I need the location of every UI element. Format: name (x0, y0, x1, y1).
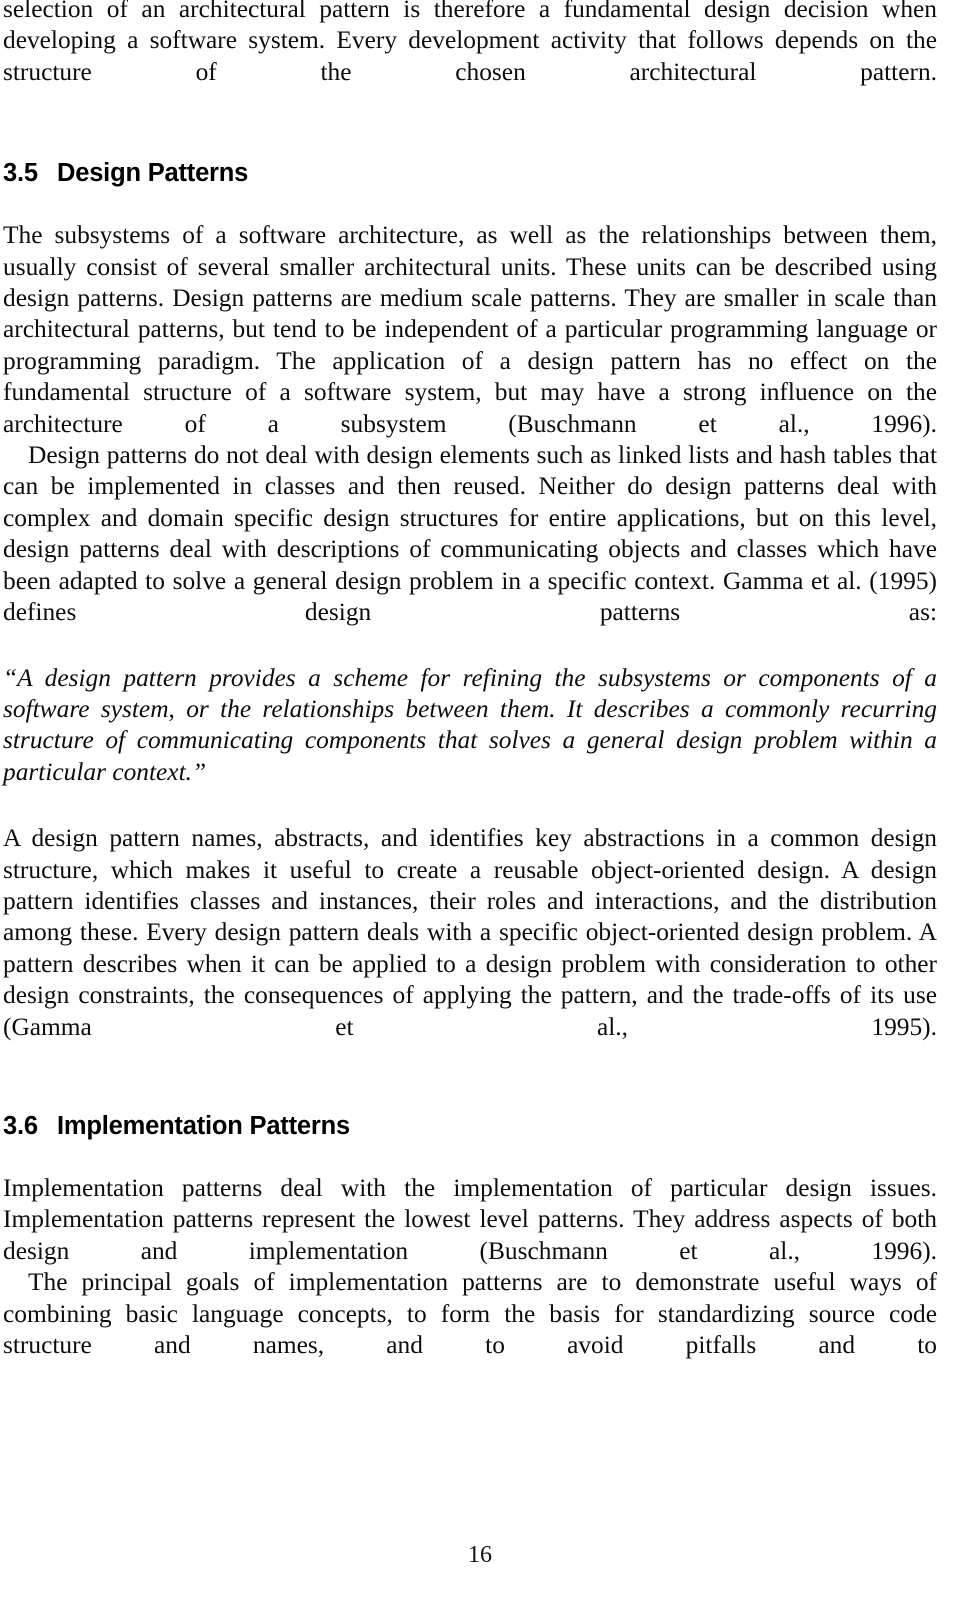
page-number: 16 (468, 1542, 492, 1568)
section-3-5-paragraph-3: A design pattern names, abstracts, and i… (3, 824, 937, 1041)
page-content: selection of an architectural pattern is… (3, 0, 937, 1361)
section-3-6-paragraph-1: Implementation patterns deal with the im… (3, 1173, 937, 1265)
section-heading-3-6: 3.6 Implementation Patterns (3, 1111, 937, 1141)
section-heading-3-5: 3.5 Design Patterns (3, 158, 937, 188)
spacer-after-blockquote (3, 788, 937, 823)
spacer-before-heading-3-6 (3, 1043, 937, 1111)
section-number-3-5: 3.5 (3, 159, 38, 188)
design-pattern-blockquote: “A design pattern provides a scheme for … (3, 663, 937, 786)
spacer-before-heading-3-5 (3, 88, 937, 158)
section-title-3-5: Design Patterns (57, 159, 249, 188)
document-page: selection of an architectural pattern is… (0, 0, 960, 1601)
spacer-after-heading-3-6 (3, 1141, 937, 1173)
spacer-after-heading-3-5 (3, 188, 937, 220)
section-3-5-paragraph-1: The subsystems of a software architectur… (3, 221, 937, 438)
section-3-5-paragraph-2: Design patterns do not deal with design … (3, 441, 937, 627)
section-title-3-6: Implementation Patterns (57, 1111, 350, 1140)
spacer-before-blockquote (3, 629, 937, 663)
intro-paragraph: selection of an architectural pattern is… (3, 0, 937, 86)
section-3-6-paragraph-2: The principal goals of implementation pa… (3, 1268, 937, 1359)
section-number-3-6: 3.6 (3, 1111, 38, 1140)
